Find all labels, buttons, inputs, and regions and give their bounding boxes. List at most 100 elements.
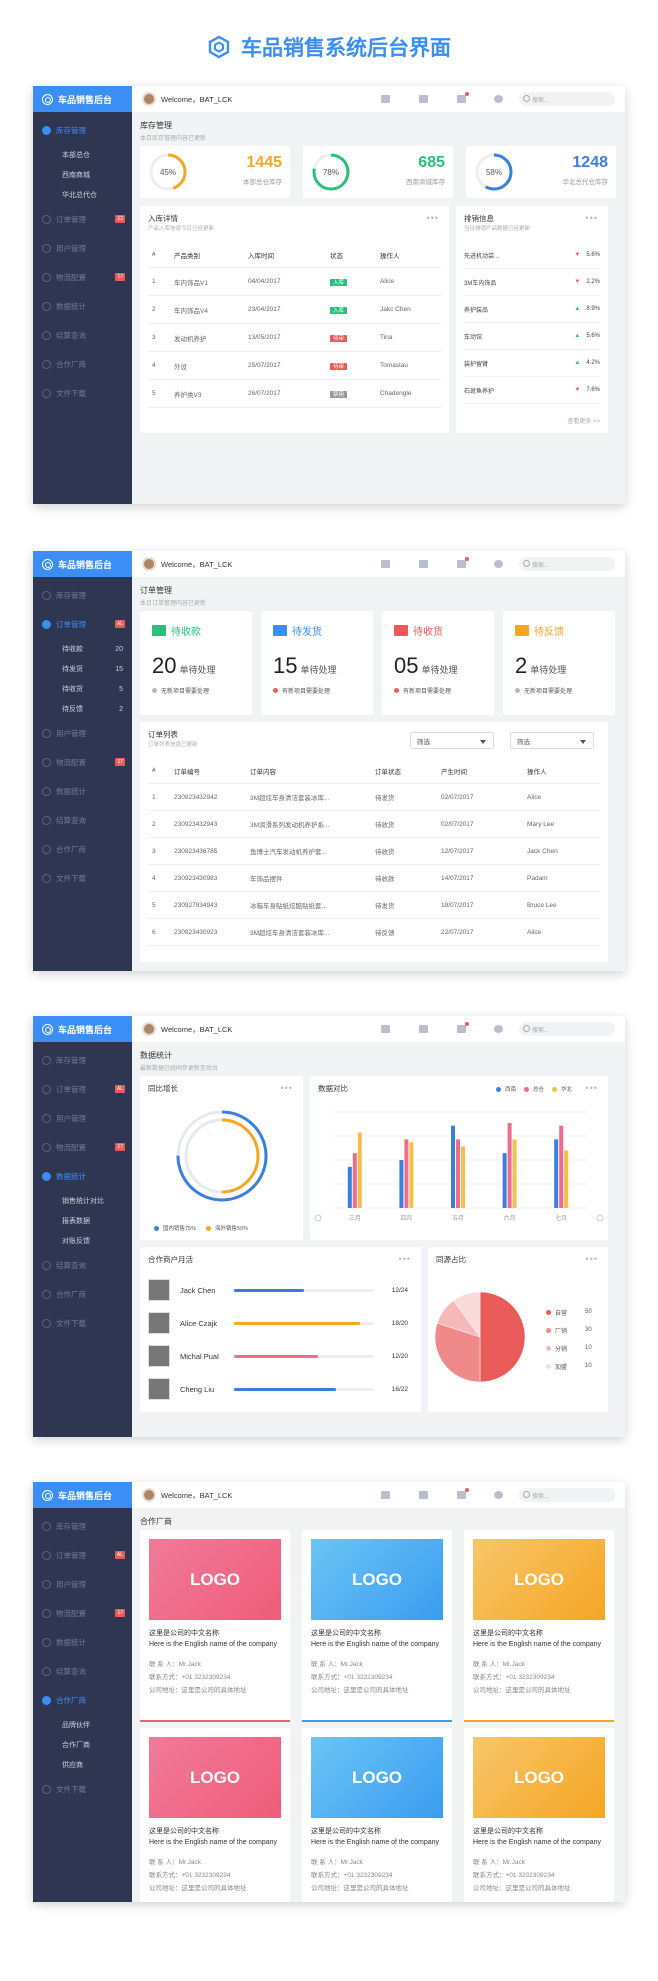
avatar[interactable] [142,557,156,571]
bar[interactable] [399,1160,404,1208]
message-icon[interactable] [457,1025,466,1033]
table-row[interactable]: 6 230923430923 3M超炫车身清洁套装冰库... 待反馈 22/07/201… [148,919,600,946]
bar[interactable] [451,1125,455,1208]
subnav-item[interactable]: 合作厂商 [33,1735,132,1755]
layers-icon[interactable] [419,95,428,103]
partner-card[interactable]: LOGO 这里是公司的中文名称 Here is the English name o… [464,1728,614,1902]
partner-card[interactable]: LOGO 这里是公司的中文名称 Here is the English name o… [302,1530,452,1722]
sidebar-item-users[interactable]: 用户管理 [33,719,132,748]
search-input[interactable]: 搜索... [519,1488,615,1502]
search-input[interactable]: 搜索... [519,1022,615,1036]
brand[interactable]: 车品销售后台 [33,551,132,577]
subnav-item[interactable]: 本部总仓 [33,145,132,165]
view-more-link[interactable]: 查看更多 >> [567,416,600,425]
table-row[interactable]: 2 车内饰品V4 23/04/2017 入库 Jakc Chen [148,296,441,324]
subnav-item[interactable]: 供应商 [33,1755,132,1775]
sidebar-item-settlement[interactable]: 结算查询 [33,1657,132,1686]
list-item[interactable]: 3M车内饰品 ▼ 2.2% [464,269,600,296]
avatar[interactable] [142,1488,156,1502]
sidebar-item-files[interactable]: 文件下载 [33,379,132,408]
partner-card[interactable]: LOGO 这里是公司的中文名称 Here is the English name o… [464,1530,614,1722]
sidebar-item-settlement[interactable]: 结算查询 [33,321,132,350]
bar[interactable] [512,1139,517,1208]
folder-icon[interactable] [381,560,390,568]
sidebar-item-logistics[interactable]: 物流配置 17 [33,263,132,292]
sidebar-item-users[interactable]: 用户管理 [33,1104,132,1133]
avatar[interactable] [142,1022,156,1036]
chevron-left-icon[interactable] [314,1214,322,1222]
order-status-card[interactable]: 待收货 05 单待处理 有新项目需要处理 [382,611,494,715]
sidebar-item-settlement[interactable]: 结算查询 [33,806,132,835]
table-row[interactable]: 3 发动机养护 13/05/2017 待审 Tina [148,324,441,352]
table-row[interactable]: 5 230927834943 冰箱车身贴纸炫酷贴纸套... 待发货 19/07/2017… [148,892,600,919]
subnav-item[interactable]: 待发货 15 [33,659,132,679]
more-icon[interactable]: ••• [399,1254,411,1264]
table-row[interactable]: 5 养护类V3 26/07/2017 禁用 Chadengle [148,380,441,408]
filter-select-2[interactable]: 筛选 [510,732,594,749]
sidebar-item-logistics[interactable]: 物流配置 17 [33,748,132,777]
brand[interactable]: 车品销售后台 [33,1482,132,1508]
bar[interactable] [357,1132,362,1208]
sidebar-item-stats[interactable]: 数据统计 [33,1162,132,1191]
subnav-item[interactable]: 销售统计对比 [33,1191,132,1211]
layers-icon[interactable] [419,1025,428,1033]
more-icon[interactable]: ••• [427,213,439,223]
message-icon[interactable] [457,1491,466,1499]
order-status-card[interactable]: 待发货 15 单待处理 有新项目需要处理 [261,611,373,715]
brand[interactable]: 车品销售后台 [33,86,132,112]
subnav-item[interactable]: 对账反馈 [33,1231,132,1251]
subnav-item[interactable]: 待反馈 2 [33,699,132,719]
bar[interactable] [461,1146,465,1208]
sidebar-item-partners[interactable]: 合作厂商 [33,835,132,864]
sidebar-item-inventory[interactable]: 库存管理 [33,116,132,145]
sidebar-item-inventory[interactable]: 库存管理 [33,581,132,610]
sidebar-item-logistics[interactable]: 物流配置 17 [33,1599,132,1628]
sidebar-item-files[interactable]: 文件下载 [33,1309,132,1338]
gear-icon[interactable] [494,95,503,103]
gear-icon[interactable] [494,1025,503,1033]
list-item[interactable]: 先进机动袋... ▼ 5.6% [464,242,600,269]
subnav-item[interactable]: 品牌伙伴 [33,1715,132,1735]
sidebar-item-orders[interactable]: 订单管理 AL [33,1075,132,1104]
folder-icon[interactable] [381,1491,390,1499]
subnav-item[interactable]: 待收货 5 [33,679,132,699]
partner-row[interactable]: Cheng Liu 16/22 [148,1374,413,1404]
partner-card[interactable]: LOGO 这里是公司的中文名称 Here is the English name o… [140,1728,290,1902]
filter-select-1[interactable]: 筛选 [410,732,494,749]
bar[interactable] [564,1150,569,1208]
more-icon[interactable]: ••• [586,1083,598,1093]
more-icon[interactable]: ••• [586,1254,598,1264]
table-row[interactable]: 4 外设 25/07/2017 待审 Tomaslau [148,352,441,380]
search-input[interactable]: 搜索... [519,92,615,106]
sidebar-item-users[interactable]: 用户管理 [33,234,132,263]
subnav-item[interactable]: 待收款 20 [33,639,132,659]
partner-card[interactable]: LOGO 这里是公司的中文名称 Here is the English name o… [140,1530,290,1722]
sidebar-item-partners[interactable]: 合作厂商 [33,350,132,379]
sidebar-item-orders[interactable]: 订单管理 AL [33,1541,132,1570]
sidebar-item-orders[interactable]: 订单管理 AL [33,610,132,639]
bar[interactable] [347,1166,352,1208]
subnav-item[interactable]: 西南商城 [33,165,132,185]
pie-slice[interactable] [479,1291,526,1383]
sidebar-item-orders[interactable]: 订单管理 12 [33,205,132,234]
gear-icon[interactable] [494,560,503,568]
list-item[interactable]: 车动馆 ▲ 5.6% [464,323,600,350]
layers-icon[interactable] [419,560,428,568]
gear-icon[interactable] [494,1491,503,1499]
bar[interactable] [559,1125,564,1208]
table-row[interactable]: 1 230923432942 3M超炫车身清洁套装冰库... 待发货 02/07/201… [148,784,600,811]
list-item[interactable]: 养护装品 ▲ 8.9% [464,296,600,323]
search-input[interactable]: 搜索... [519,557,615,571]
subnav-item[interactable]: 华北总代仓 [33,185,132,205]
sidebar-item-inventory[interactable]: 库存管理 [33,1046,132,1075]
bar[interactable] [352,1153,357,1208]
subnav-item[interactable]: 报表数据 [33,1211,132,1231]
sidebar-item-users[interactable]: 用户管理 [33,1570,132,1599]
table-row[interactable]: 3 230923436785 鱼博士汽车发动机养护套... 待收货 12/07/2017… [148,838,600,865]
message-icon[interactable] [457,560,466,568]
table-row[interactable]: 1 车内饰品V1 04/04/2017 入库 Alice [148,268,441,296]
partner-row[interactable]: Jack Chen 12/24 [148,1275,413,1305]
order-status-card[interactable]: 待收款 20 单待处理 无新项目需要处理 [140,611,252,715]
message-icon[interactable] [457,95,466,103]
sidebar-item-stats[interactable]: 数据统计 [33,292,132,321]
